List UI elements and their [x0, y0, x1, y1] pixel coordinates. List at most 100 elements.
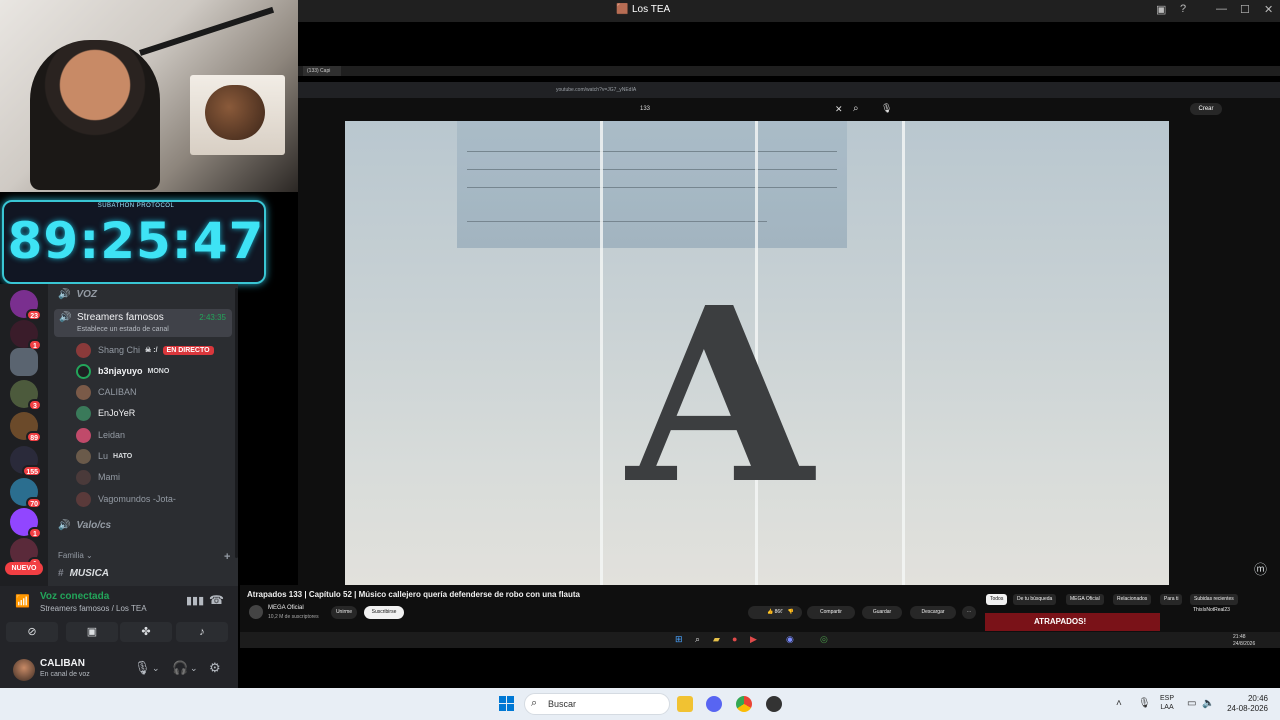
- save-button[interactable]: Guardar: [862, 606, 902, 619]
- microphone-icon[interactable]: 🎙: [134, 660, 151, 676]
- share-button[interactable]: Compartir: [807, 606, 855, 619]
- channel-name[interactable]: MEGA Oficial: [268, 605, 304, 611]
- chip-recent[interactable]: Subidas recientes: [1190, 594, 1238, 605]
- join-button[interactable]: Unirme: [331, 606, 357, 619]
- server-icon[interactable]: [10, 348, 38, 376]
- inner-taskbar: ⊞ ⌕ ▰ ● ▶ ◉ ◎: [240, 632, 1280, 648]
- volume-icon[interactable]: 🔈: [1202, 698, 1214, 709]
- clear-search-icon[interactable]: ✕: [835, 104, 843, 115]
- voice-status: Voz conectada: [40, 591, 110, 602]
- voice-category[interactable]: 🔊 VOZ: [58, 289, 97, 300]
- folder-icon[interactable]: ▰: [713, 634, 720, 645]
- minimize-icon[interactable]: —: [1216, 3, 1227, 15]
- avatar: [76, 491, 91, 507]
- taskbar-clock[interactable]: 20:46 24-08-2026: [1222, 694, 1268, 714]
- start-button[interactable]: [499, 696, 515, 712]
- video-player[interactable]: A: [345, 121, 1169, 585]
- speaker-icon: 🔊: [58, 289, 71, 300]
- close-icon[interactable]: ✕: [1264, 3, 1273, 16]
- youtube-sidebar: [298, 121, 345, 585]
- chip-search[interactable]: De tu búsqueda: [1013, 594, 1057, 605]
- category-familia[interactable]: Familia ⌄: [58, 551, 93, 560]
- create-button[interactable]: Crear: [1190, 103, 1222, 115]
- channel-scrollbar[interactable]: [235, 288, 238, 558]
- taskbar-search-input[interactable]: Buscar: [548, 699, 576, 709]
- voice-member[interactable]: Lu HATO: [76, 447, 132, 465]
- add-channel-icon[interactable]: +: [224, 551, 230, 563]
- twitch-server-icon[interactable]: 1: [10, 508, 42, 539]
- server-icon[interactable]: 3: [10, 380, 42, 411]
- server-icon[interactable]: 1: [10, 320, 42, 351]
- voice-location[interactable]: Streamers famosos / Los TEA: [40, 604, 147, 613]
- channel-status[interactable]: Establece un estado de canal: [77, 326, 169, 333]
- subscribe-button[interactable]: Suscribirse: [364, 606, 404, 619]
- chevron-down-icon[interactable]: ⌄: [152, 663, 160, 674]
- chip-for-you[interactable]: Para ti: [1160, 594, 1183, 605]
- screen-share-button[interactable]: ▣: [66, 622, 118, 642]
- chip-all[interactable]: Todos: [986, 594, 1008, 605]
- more-icon[interactable]: ⋯: [962, 606, 976, 619]
- headphones-icon[interactable]: 🎧: [172, 660, 188, 676]
- user-avatar[interactable]: [13, 659, 35, 681]
- channel-duration: 2:43:35: [199, 313, 226, 322]
- help-icon[interactable]: ?: [1180, 3, 1186, 15]
- search-icon[interactable]: ⌕: [531, 697, 537, 710]
- user-name[interactable]: CALIBAN: [40, 658, 85, 669]
- chip-related[interactable]: Relacionados: [1113, 594, 1152, 605]
- language-indicator[interactable]: ESP LAA: [1160, 694, 1174, 712]
- clock-time: 20:46: [1247, 694, 1268, 703]
- server-icon[interactable]: 23: [10, 290, 42, 321]
- fullscreen-icon[interactable]: ▣: [1156, 3, 1166, 16]
- new-badge[interactable]: NUEVO: [5, 562, 43, 575]
- file-explorer-icon[interactable]: [677, 696, 693, 712]
- microphone-icon[interactable]: 🎙: [881, 103, 892, 114]
- app-icon[interactable]: ●: [732, 634, 737, 644]
- taskbar-search[interactable]: [524, 693, 670, 715]
- camera-off-button[interactable]: ⊘: [6, 622, 58, 642]
- channel-avatar[interactable]: [249, 605, 263, 619]
- download-button[interactable]: Descargar: [910, 606, 956, 619]
- voice-member[interactable]: Shang Chi ☠ :/ EN DIRECTO: [76, 341, 214, 359]
- gear-icon[interactable]: ⚙: [209, 660, 221, 676]
- dislike-icon[interactable]: 👎: [782, 606, 800, 619]
- voice-member[interactable]: Leidan: [76, 426, 125, 444]
- signal-icon[interactable]: 📶: [15, 594, 30, 608]
- obs-icon[interactable]: [766, 696, 782, 712]
- activities-button[interactable]: ✤: [120, 622, 172, 642]
- browser-tab[interactable]: (133) Capi: [303, 66, 341, 76]
- subscriber-count: 10,2 M de suscriptores: [268, 614, 319, 620]
- search-icon[interactable]: ⌕: [853, 103, 859, 114]
- chevron-down-icon[interactable]: ⌄: [190, 663, 198, 674]
- server-icon[interactable]: 155: [10, 446, 42, 477]
- inner-date: 24/8/2026: [1233, 641, 1256, 647]
- windows-icon[interactable]: ⊞: [675, 634, 683, 645]
- voice-channel-streamers-famosos[interactable]: 🔊 Streamers famosos Establece un estado …: [54, 309, 232, 337]
- server-icon[interactable]: 89: [10, 412, 42, 443]
- microphone-icon[interactable]: 🎙: [1138, 698, 1151, 709]
- recommended-channel[interactable]: ThisIsNotReal23: [1193, 607, 1230, 613]
- search-icon[interactable]: ⌕: [695, 634, 700, 645]
- noise-suppression-icon[interactable]: ▮▮▮: [186, 594, 204, 607]
- youtube-search-input[interactable]: 133: [640, 106, 650, 112]
- voice-member[interactable]: EnJoYeR: [76, 404, 135, 422]
- discord-icon[interactable]: ◉: [786, 634, 794, 645]
- chrome-icon[interactable]: ◎: [820, 634, 828, 645]
- chevron-up-icon[interactable]: ˄: [1116, 698, 1122, 709]
- voice-channel-valo[interactable]: 🔊 Valo/cs: [58, 520, 111, 531]
- voice-member[interactable]: b3njayuyo MONO: [76, 362, 169, 380]
- network-icon[interactable]: ▭: [1187, 698, 1196, 709]
- chrome-icon[interactable]: [736, 696, 752, 712]
- disconnect-icon[interactable]: ☎: [209, 593, 224, 607]
- app-icon[interactable]: ▶: [750, 634, 757, 645]
- voice-member[interactable]: Mami: [76, 468, 120, 486]
- discord-icon[interactable]: [706, 696, 722, 712]
- avatar: [76, 405, 91, 421]
- server-icon[interactable]: 70: [10, 478, 42, 509]
- voice-member[interactable]: Vagomundos -Jota-: [76, 490, 176, 508]
- chip-channel[interactable]: MEGA Oficial: [1066, 594, 1104, 605]
- soundboard-button[interactable]: ♪: [176, 622, 228, 642]
- url-field[interactable]: youtube.com/watch?v=JG7_yNEdIA: [556, 87, 636, 93]
- voice-member[interactable]: CALIBAN: [76, 383, 137, 401]
- maximize-icon[interactable]: ☐: [1240, 3, 1250, 16]
- text-channel-musica[interactable]: # MUSICA: [58, 568, 109, 579]
